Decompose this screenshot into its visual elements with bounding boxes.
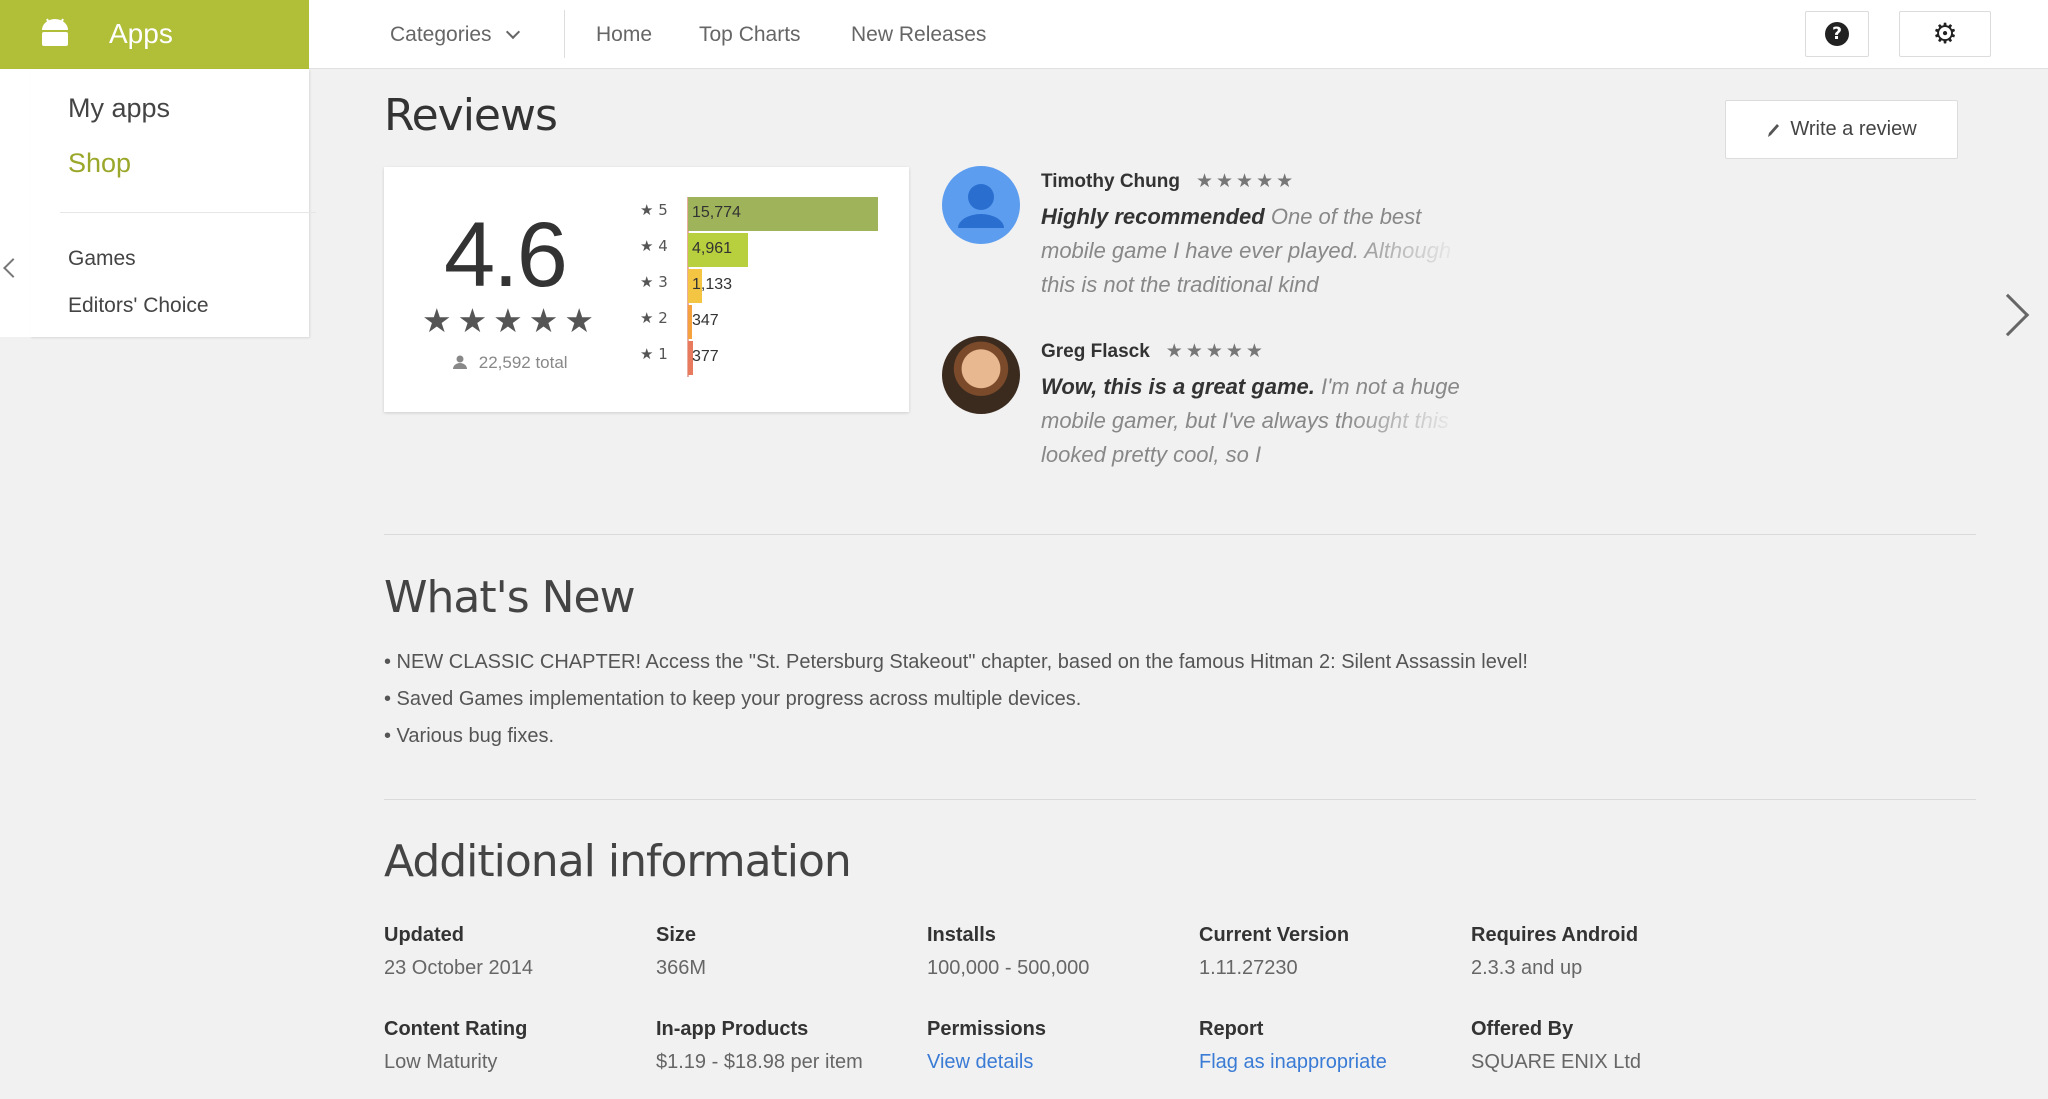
user-silhouette-icon <box>958 184 1004 228</box>
average-rating-stars: ★★★★★ <box>422 301 600 340</box>
top-bar: Apps Categories Home Top Charts New Rele… <box>0 0 2048 69</box>
whats-new-item: • Saved Games implementation to keep you… <box>384 688 1082 710</box>
histogram-count: 1,133 <box>692 276 733 293</box>
histogram-star-label: ★ 3 <box>640 273 668 291</box>
nav-divider <box>564 10 565 58</box>
whats-new-item: • Various bug fixes. <box>384 725 555 747</box>
rating-summary-card: 4.6 ★★★★★ 22,592 total ★ 5 15,774 ★ 4 4,961… <box>384 167 909 412</box>
person-icon <box>453 355 467 369</box>
info-label: Current Version <box>1199 924 1350 946</box>
info-content-rating: Content Rating Low Maturity <box>384 1018 644 1074</box>
reviewer-name: Timothy Chung ★★★★★ <box>1041 170 1296 193</box>
info-offered-by: Offered By SQUARE ENIX Ltd <box>1471 1018 1731 1074</box>
histogram-count: 377 <box>692 348 719 365</box>
review-headline: Wow, this is a great game. <box>1041 374 1315 399</box>
info-label: Offered By <box>1471 1018 1574 1040</box>
nav-new-releases-link[interactable]: New Releases <box>851 0 986 69</box>
review-stars: ★★★★★ <box>1195 170 1297 192</box>
info-updated: Updated 23 October 2014 <box>384 924 644 980</box>
info-label: Updated <box>384 924 464 946</box>
categories-label: Categories <box>390 22 492 46</box>
whats-new-title: What's New <box>384 572 636 623</box>
whats-new-item: • NEW CLASSIC CHAPTER! Access the "St. P… <box>384 651 1528 673</box>
android-icon <box>42 18 68 46</box>
histogram-star-label: ★ 5 <box>640 201 668 219</box>
info-in-app-products: In-app Products $1.19 - $18.98 per item <box>656 1018 916 1074</box>
info-label: Requires Android <box>1471 924 1639 946</box>
review-stars: ★★★★★ <box>1165 340 1266 362</box>
info-requires-android: Requires Android 2.3.3 and up <box>1471 924 1731 980</box>
info-label: Content Rating <box>384 1018 528 1040</box>
next-reviews-chevron-icon[interactable] <box>1986 293 2030 337</box>
info-value: 366M <box>656 957 707 979</box>
gear-icon: ⚙ <box>1932 17 1958 50</box>
settings-button[interactable]: ⚙ <box>1899 11 1991 57</box>
reviewer-name-text: Timothy Chung <box>1041 171 1180 192</box>
reviewer-name-text: Greg Flasck <box>1041 341 1150 362</box>
apps-tab[interactable]: Apps <box>0 0 309 69</box>
histogram-star-label: ★ 1 <box>640 345 668 363</box>
section-divider <box>384 534 1976 535</box>
info-value: Low Maturity <box>384 1051 498 1073</box>
info-label: Permissions <box>927 1018 1046 1040</box>
info-value: 23 October 2014 <box>384 957 533 979</box>
sidebar-item-shop[interactable]: Shop <box>68 148 131 179</box>
histogram-star-label: ★ 2 <box>640 309 668 327</box>
histogram-star-label: ★ 4 <box>640 237 668 255</box>
help-icon: ? <box>1825 22 1849 46</box>
chevron-left-icon <box>3 258 23 278</box>
info-value: 1.11.27230 <box>1199 957 1298 979</box>
info-value: 2.3.3 and up <box>1471 957 1583 979</box>
flag-inappropriate-link[interactable]: Flag as inappropriate <box>1199 1051 1459 1074</box>
chevron-down-icon <box>505 24 520 39</box>
section-divider <box>384 799 1976 800</box>
apps-label: Apps <box>109 18 173 49</box>
write-review-button[interactable]: Write a review <box>1725 100 1958 159</box>
view-details-link[interactable]: View details <box>927 1051 1187 1074</box>
info-label: Installs <box>927 924 996 946</box>
info-value: $1.19 - $18.98 per item <box>656 1051 863 1073</box>
sidebar: My apps Shop Games Editors' Choice <box>30 69 316 337</box>
info-value: SQUARE ENIX Ltd <box>1471 1051 1642 1073</box>
review-headline: Highly recommended <box>1041 204 1265 229</box>
sidebar-collapse-strip[interactable] <box>0 69 30 337</box>
info-label: Report <box>1199 1018 1264 1040</box>
write-review-label: Write a review <box>1790 118 1917 140</box>
reviewer-name: Greg Flasck ★★★★★ <box>1041 340 1266 363</box>
info-report: Report Flag as inappropriate <box>1199 1018 1459 1074</box>
review-fade <box>1342 404 1462 438</box>
rating-total: 22,592 total <box>452 353 568 373</box>
sidebar-divider <box>60 212 316 213</box>
help-button[interactable]: ? <box>1805 11 1869 57</box>
info-size: Size 366M <box>656 924 916 980</box>
sidebar-item-editors-choice[interactable]: Editors' Choice <box>68 294 209 318</box>
info-permissions: Permissions View details <box>927 1018 1187 1074</box>
pencil-icon <box>1768 123 1780 137</box>
info-value: 100,000 - 500,000 <box>927 957 1090 979</box>
avatar <box>942 336 1020 414</box>
nav-home-link[interactable]: Home <box>596 0 652 69</box>
histogram-count: 15,774 <box>692 204 741 221</box>
histogram-count: 4,961 <box>692 240 733 257</box>
review-fade <box>1342 234 1462 268</box>
avatar <box>942 166 1020 244</box>
additional-info-title: Additional information <box>384 836 852 887</box>
sidebar-item-games[interactable]: Games <box>68 247 136 271</box>
categories-dropdown[interactable]: Categories <box>390 0 520 69</box>
average-rating: 4.6 <box>444 204 568 306</box>
info-label: Size <box>656 924 697 946</box>
sidebar-item-my-apps[interactable]: My apps <box>68 93 170 124</box>
histogram-count: 347 <box>692 312 719 329</box>
nav-top-charts-link[interactable]: Top Charts <box>699 0 801 69</box>
reviews-title: Reviews <box>384 90 558 141</box>
info-installs: Installs 100,000 - 500,000 <box>927 924 1187 980</box>
rating-total-text: 22,592 total <box>478 353 568 372</box>
info-current-version: Current Version 1.11.27230 <box>1199 924 1459 980</box>
info-label: In-app Products <box>656 1018 809 1040</box>
